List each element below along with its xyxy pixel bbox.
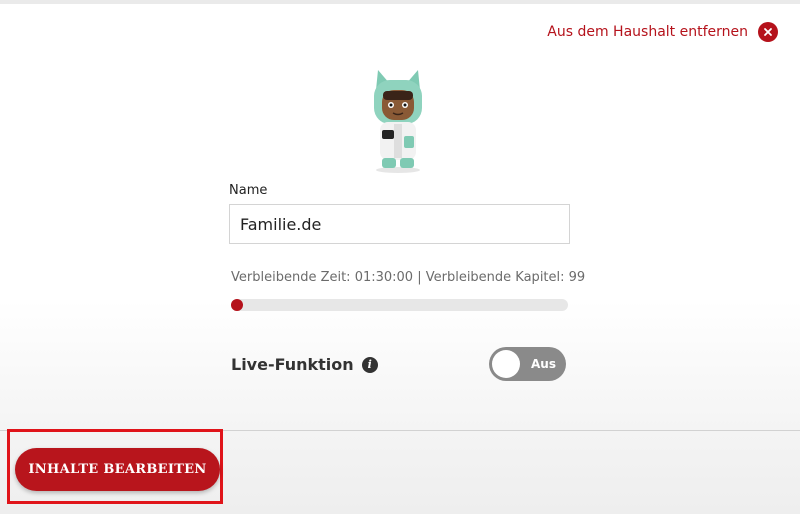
name-input[interactable] — [229, 204, 570, 244]
info-icon[interactable]: i — [361, 356, 378, 373]
toggle-state-label: Aus — [531, 357, 556, 371]
progress-indicator[interactable] — [231, 299, 243, 311]
tonie-figure-image — [360, 66, 436, 174]
remaining-info-text: Verbleibende Zeit: 01:30:00 | Verbleiben… — [231, 270, 586, 285]
close-icon[interactable] — [758, 22, 778, 42]
remove-from-household-link[interactable]: Aus dem Haushalt entfernen — [547, 20, 778, 44]
live-function-label: Live-Funktion — [231, 355, 354, 374]
name-label: Name — [229, 183, 268, 198]
live-function-row: Live-Funktion i — [231, 355, 378, 374]
edit-contents-button[interactable]: INHALTE BEARBEITEN — [15, 448, 220, 491]
remove-from-household-label: Aus dem Haushalt entfernen — [547, 24, 748, 40]
toggle-knob — [492, 350, 520, 378]
top-border — [0, 0, 800, 4]
remaining-progress-bar — [231, 299, 568, 311]
live-function-toggle[interactable]: Aus — [489, 347, 566, 381]
